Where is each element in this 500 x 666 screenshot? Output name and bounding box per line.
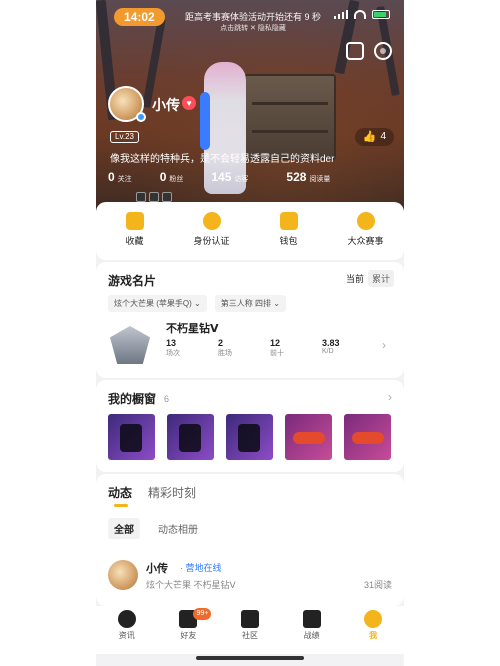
chevron-down-icon: ⌄ bbox=[194, 299, 201, 308]
chevron-down-icon: ⌄ bbox=[273, 299, 280, 308]
battery-icon bbox=[372, 9, 390, 19]
thumbs-up-icon: 👍 bbox=[362, 131, 377, 143]
feed-subtabs: 全部 动态相册 bbox=[108, 518, 204, 539]
nav-community[interactable]: 社区 bbox=[223, 610, 277, 641]
community-icon bbox=[240, 610, 259, 628]
quick-wallet[interactable]: 钱包 bbox=[254, 212, 324, 260]
rank-stat: 3.83 K/D bbox=[322, 338, 340, 355]
chevron-right-icon: › bbox=[382, 338, 386, 352]
post-author: 小传 bbox=[146, 563, 168, 575]
toggle-total[interactable]: 累计 bbox=[367, 270, 394, 287]
feed-post[interactable]: 小传 · 营地在线 炫个大芒果 不朽星钻Ⅴ 31阅读 bbox=[108, 560, 392, 600]
rank-name: 不朽星钻Ⅴ bbox=[166, 323, 219, 335]
bookmark-icon bbox=[125, 212, 144, 230]
status-icons bbox=[334, 9, 390, 19]
character-hair bbox=[200, 92, 210, 150]
mode-filter[interactable]: 第三人称 四排 ⌄ bbox=[214, 295, 286, 312]
quick-events[interactable]: 大众赛事 bbox=[331, 212, 401, 260]
nav-news[interactable]: 资讯 bbox=[100, 610, 154, 641]
status-time: 14:02 bbox=[114, 8, 165, 26]
profile-icon bbox=[364, 610, 383, 628]
avatar[interactable] bbox=[108, 560, 138, 590]
showcase-item[interactable] bbox=[285, 414, 332, 460]
game-card: 游戏名片 当前 累计 炫个大芒果 (苹果手Q) ⌄ 第三人称 四排 ⌄ 不朽星钻… bbox=[96, 262, 404, 378]
subtab-album[interactable]: 动态相册 bbox=[152, 518, 204, 539]
wallet-icon bbox=[279, 212, 298, 230]
feed-tabs: 动态 精彩时刻 bbox=[108, 484, 392, 507]
stat-follow[interactable]: 0 关注 bbox=[108, 170, 132, 184]
showcase-card: 我的橱窗 6 › bbox=[96, 380, 404, 472]
level-badge: Lv.23 bbox=[110, 131, 139, 143]
stat-fans[interactable]: 0 粉丝 bbox=[160, 170, 184, 184]
home-indicator[interactable] bbox=[196, 656, 304, 660]
profile-hero: 14:02 距高考事赛体验活动开始还有 9 秒 点击跳转 ✕ 隐私隐藏 小传 ♥… bbox=[96, 0, 404, 214]
chevron-right-icon[interactable]: › bbox=[388, 390, 392, 404]
game-crate bbox=[244, 74, 336, 160]
heart-icon[interactable]: ♥ bbox=[182, 96, 196, 110]
rank-stats: 13 场次 2 胜场 12 前十 3.83 K/D bbox=[166, 338, 340, 358]
badge-icon bbox=[162, 192, 172, 202]
feed-card: 动态 精彩时刻 全部 动态相册 小传 · 营地在线 炫个大芒果 不朽星钻Ⅴ 31… bbox=[96, 474, 404, 606]
vip-icon bbox=[202, 212, 221, 230]
wifi-icon bbox=[354, 9, 366, 19]
bottom-nav: 资讯 99+ 好友 社区 战绩 我 bbox=[96, 606, 404, 654]
friends-badge: 99+ bbox=[193, 608, 212, 620]
post-reads: 31阅读 bbox=[363, 580, 392, 590]
rank-stat: 2 胜场 bbox=[218, 338, 232, 357]
post-status: · 营地在线 bbox=[180, 563, 222, 573]
profile-stats: 0 关注 0 粉丝 145 访客 528 阅读量 bbox=[108, 170, 398, 184]
settings-icon[interactable] bbox=[374, 42, 392, 60]
event-notice-sub: 点击跳转 ✕ 隐私隐藏 bbox=[220, 25, 286, 32]
like-button[interactable]: 👍 4 bbox=[354, 128, 394, 146]
quick-favorites[interactable]: 收藏 bbox=[100, 212, 170, 260]
badge-icon bbox=[136, 192, 146, 202]
showcase-item[interactable] bbox=[344, 414, 391, 460]
event-notice-title: 距高考事赛体验活动开始还有 9 秒 bbox=[184, 12, 321, 22]
showcase-header[interactable]: 我的橱窗 6 bbox=[108, 390, 392, 407]
account-filter[interactable]: 炫个大芒果 (苹果手Q) ⌄ bbox=[108, 295, 207, 312]
showcase-item[interactable] bbox=[108, 414, 155, 460]
quick-actions: 收藏 身份认证 钱包 大众赛事 bbox=[96, 202, 404, 260]
nav-friends[interactable]: 99+ 好友 bbox=[161, 608, 215, 641]
rank-stat: 12 前十 bbox=[270, 338, 284, 357]
game-card-toggle: 当前 累计 bbox=[342, 270, 394, 287]
showcase-count: 6 bbox=[164, 393, 170, 404]
trophy-icon bbox=[356, 212, 375, 230]
badge-row bbox=[136, 192, 172, 202]
subtab-all[interactable]: 全部 bbox=[108, 518, 140, 539]
edit-icon[interactable] bbox=[346, 42, 364, 60]
tab-posts[interactable]: 动态 bbox=[108, 484, 132, 507]
nav-record[interactable]: 战绩 bbox=[285, 610, 339, 641]
toggle-current[interactable]: 当前 bbox=[342, 270, 368, 287]
stat-reads[interactable]: 528 阅读量 bbox=[286, 170, 330, 184]
shield-icon bbox=[302, 610, 321, 628]
bio-text: 像我这样的特种兵，是不会轻易透露自己的资料der bbox=[110, 154, 335, 165]
rank-stat: 13 场次 bbox=[166, 338, 180, 357]
stat-visitors[interactable]: 145 访客 bbox=[211, 170, 248, 184]
rank-summary[interactable]: 不朽星钻Ⅴ 13 场次 2 胜场 12 前十 3.83 K/D › bbox=[108, 320, 392, 370]
showcase-item[interactable] bbox=[167, 414, 214, 460]
rank-emblem-icon bbox=[110, 326, 150, 364]
tab-highlights[interactable]: 精彩时刻 bbox=[148, 484, 196, 501]
showcase-item[interactable] bbox=[226, 414, 273, 460]
event-notice[interactable]: 距高考事赛体验活动开始还有 9 秒 点击跳转 ✕ 隐私隐藏 bbox=[178, 12, 328, 34]
like-count: 4 bbox=[380, 131, 386, 142]
nav-me[interactable]: 我 bbox=[346, 610, 400, 641]
play-icon bbox=[117, 610, 136, 628]
showcase-items bbox=[108, 414, 391, 460]
verified-badge-icon bbox=[136, 112, 146, 122]
phone-screen: 14:02 距高考事赛体验活动开始还有 9 秒 点击跳转 ✕ 隐私隐藏 小传 ♥… bbox=[96, 0, 404, 666]
game-filters: 炫个大芒果 (苹果手Q) ⌄ 第三人称 四排 ⌄ bbox=[108, 295, 286, 312]
showcase-title: 我的橱窗 bbox=[108, 392, 157, 406]
signal-icon bbox=[334, 9, 348, 19]
username: 小传 bbox=[152, 97, 180, 113]
quick-identity[interactable]: 身份认证 bbox=[177, 212, 247, 260]
post-subtitle: 炫个大芒果 不朽星钻Ⅴ bbox=[146, 580, 236, 590]
badge-icon bbox=[149, 192, 159, 202]
